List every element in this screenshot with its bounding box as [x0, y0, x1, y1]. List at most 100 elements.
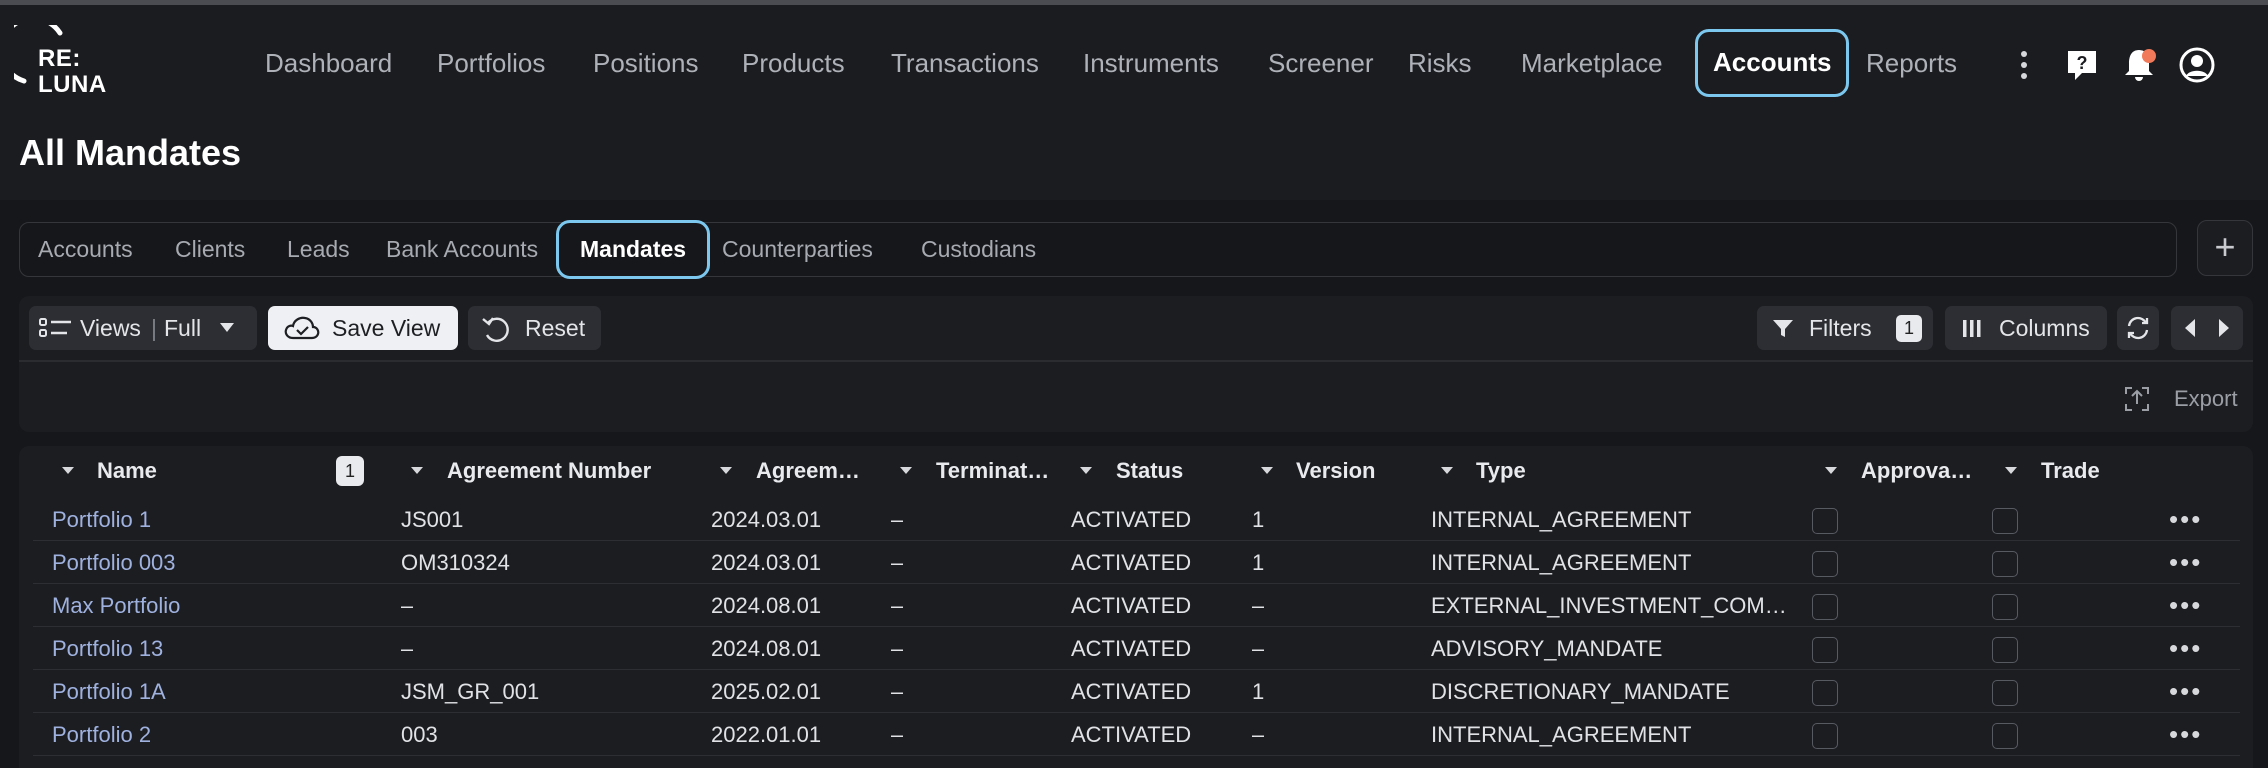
views-button[interactable]: Views | Full: [29, 306, 257, 350]
mandate-name-link[interactable]: Portfolio 003: [52, 541, 176, 584]
approval-checkbox[interactable]: [1812, 723, 1838, 749]
reset-button[interactable]: Reset: [468, 306, 601, 350]
column-header-termination[interactable]: Terminat…: [936, 446, 1049, 496]
help-icon[interactable]: ?: [2062, 45, 2102, 85]
nav-accounts[interactable]: Accounts: [1695, 29, 1850, 97]
bell-icon[interactable]: [2119, 45, 2159, 85]
trade-checkbox[interactable]: [1992, 594, 2018, 620]
termination-cell: –: [891, 636, 904, 661]
nav-instruments[interactable]: Instruments: [1083, 38, 1219, 88]
refresh-button[interactable]: [2117, 306, 2159, 350]
filter-icon: [1773, 320, 1793, 337]
chevron-left-right-icon: [2185, 319, 2229, 337]
nav-reports[interactable]: Reports: [1866, 38, 1957, 88]
table-row[interactable]: Portfolio 1 JS001 2024.03.01 – ACTIVATED…: [33, 498, 2240, 541]
column-header-type[interactable]: Type: [1476, 446, 1526, 496]
termination-cell: –: [891, 507, 904, 532]
tab-custodians[interactable]: Custodians: [921, 223, 1036, 278]
views-divider: |: [151, 315, 157, 341]
table-row[interactable]: Max Portfolio – 2024.08.01 – ACTIVATED –…: [33, 584, 2240, 627]
table-row[interactable]: Portfolio 13 – 2024.08.01 – ACTIVATED – …: [33, 627, 2240, 670]
nav-portfolios[interactable]: Portfolios: [437, 38, 545, 88]
sort-caret-icon[interactable]: [720, 467, 732, 474]
nav-dashboard[interactable]: Dashboard: [265, 38, 392, 88]
mandate-name-link[interactable]: Max Portfolio: [52, 584, 180, 627]
table-row[interactable]: Portfolio 2 003 2022.01.01 – ACTIVATED –…: [33, 713, 2240, 756]
row-actions-icon[interactable]: •••: [2169, 584, 2202, 627]
columns-icon: [1963, 320, 1981, 337]
trade-checkbox[interactable]: [1992, 723, 2018, 749]
sort-caret-icon[interactable]: [900, 467, 912, 474]
approval-checkbox[interactable]: [1812, 637, 1838, 663]
scroll-columns-button[interactable]: [2171, 306, 2243, 350]
agreement-number-cell: 003: [401, 722, 438, 747]
svg-text:?: ?: [2077, 53, 2088, 73]
sort-caret-icon[interactable]: [62, 467, 74, 474]
type-cell: DISCRETIONARY_MANDATE: [1431, 679, 1730, 704]
sort-caret-icon[interactable]: [411, 467, 423, 474]
user-icon[interactable]: [2177, 45, 2217, 85]
agreement-date-cell: 2024.03.01: [711, 507, 822, 532]
sort-caret-icon[interactable]: [2005, 467, 2017, 474]
column-header-status[interactable]: Status: [1116, 446, 1183, 496]
tab-bank-accounts[interactable]: Bank Accounts: [386, 223, 538, 278]
termination-cell: –: [891, 593, 904, 618]
column-header-agreement-date[interactable]: Agreem…: [756, 446, 860, 496]
status-cell: ACTIVATED: [1071, 550, 1192, 575]
row-actions-icon[interactable]: •••: [2169, 498, 2202, 541]
tab-counterparties[interactable]: Counterparties: [722, 223, 873, 278]
trade-checkbox[interactable]: [1992, 680, 2018, 706]
row-actions-icon[interactable]: •••: [2169, 627, 2202, 670]
nav-screener[interactable]: Screener: [1268, 38, 1374, 88]
export-button[interactable]: Export: [2122, 381, 2252, 417]
termination-cell: –: [891, 550, 904, 575]
table-row[interactable]: Portfolio 1A JSM_GR_001 2025.02.01 – ACT…: [33, 670, 2240, 713]
tab-accounts[interactable]: Accounts: [38, 223, 133, 278]
nav-products[interactable]: Products: [742, 38, 845, 88]
sort-caret-icon[interactable]: [1441, 467, 1453, 474]
agreement-date-cell: 2024.08.01: [711, 593, 822, 618]
relunalogo[interactable]: RE: LUNA: [14, 25, 124, 105]
agreement-number-cell: –: [401, 593, 414, 618]
trade-checkbox[interactable]: [1992, 551, 2018, 577]
approval-checkbox[interactable]: [1812, 508, 1838, 534]
column-header-agreement-number[interactable]: Agreement Number: [447, 446, 651, 496]
nav-risks[interactable]: Risks: [1408, 38, 1472, 88]
type-cell: INTERNAL_AGREEMENT: [1431, 507, 1692, 532]
nav-positions[interactable]: Positions: [593, 38, 699, 88]
sort-caret-icon[interactable]: [1825, 467, 1837, 474]
column-header-version[interactable]: Version: [1296, 446, 1375, 496]
table-row[interactable]: Portfolio 003 OM310324 2024.03.01 – ACTI…: [33, 541, 2240, 584]
columns-button[interactable]: Columns: [1945, 306, 2107, 350]
approval-checkbox[interactable]: [1812, 680, 1838, 706]
row-actions-icon[interactable]: •••: [2169, 541, 2202, 584]
mandate-name-link[interactable]: Portfolio 2: [52, 713, 151, 756]
filters-button[interactable]: Filters 1: [1757, 306, 1933, 350]
trade-checkbox[interactable]: [1992, 637, 2018, 663]
row-actions-icon[interactable]: •••: [2169, 670, 2202, 713]
tab-mandates[interactable]: Mandates: [556, 220, 711, 279]
mandate-name-link[interactable]: Portfolio 1: [52, 498, 151, 541]
mandate-name-link[interactable]: Portfolio 13: [52, 627, 163, 670]
agreement-date-cell: 2025.02.01: [711, 679, 822, 704]
app-header: RE: LUNA Dashboard Portfolios Positions …: [0, 5, 2268, 120]
column-header-trade[interactable]: Trade: [2041, 446, 2100, 496]
row-actions-icon[interactable]: •••: [2169, 713, 2202, 756]
nav-transactions[interactable]: Transactions: [891, 38, 1039, 88]
column-header-name[interactable]: Name: [97, 446, 157, 496]
column-header-approval[interactable]: Approva…: [1861, 446, 1972, 496]
tab-leads[interactable]: Leads: [287, 223, 350, 278]
sort-caret-icon[interactable]: [1080, 467, 1092, 474]
tab-clients[interactable]: Clients: [175, 223, 245, 278]
approval-checkbox[interactable]: [1812, 594, 1838, 620]
mandate-name-link[interactable]: Portfolio 1A: [52, 670, 166, 713]
approval-checkbox[interactable]: [1812, 551, 1838, 577]
version-cell: 1: [1252, 550, 1265, 575]
list-icon: [39, 318, 71, 337]
add-tab-button[interactable]: +: [2197, 220, 2253, 276]
more-vertical-icon[interactable]: [2004, 45, 2044, 85]
save-view-button[interactable]: Save View: [268, 306, 458, 350]
nav-marketplace[interactable]: Marketplace: [1521, 38, 1663, 88]
sort-caret-icon[interactable]: [1261, 467, 1273, 474]
trade-checkbox[interactable]: [1992, 508, 2018, 534]
